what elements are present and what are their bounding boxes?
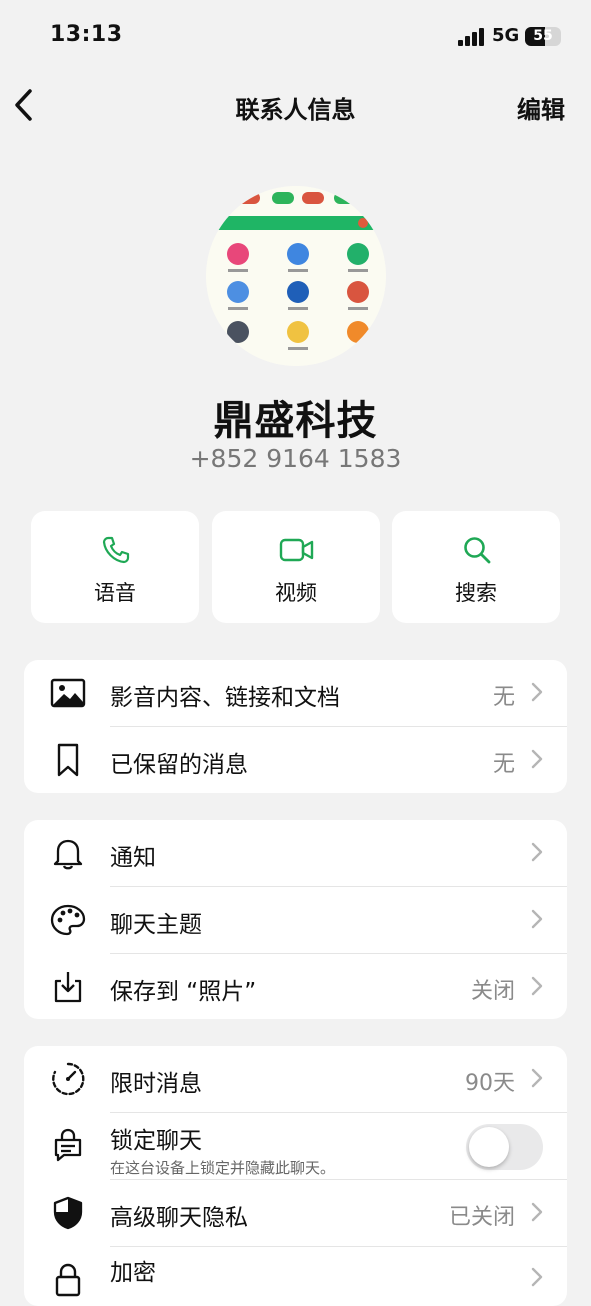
- chevron-right-icon: [531, 976, 543, 996]
- voice-call-button[interactable]: 语音: [31, 511, 199, 623]
- saved-messages-row[interactable]: 已保留的消息 无: [24, 727, 567, 793]
- phone-icon: [102, 536, 130, 564]
- chevron-right-icon: [531, 1267, 543, 1287]
- download-icon: [54, 972, 82, 1003]
- settings-section: 通知 聊天主题 保存到 “照片” 关闭: [24, 820, 567, 1019]
- chevron-right-icon: [531, 1202, 543, 1222]
- voice-call-label: 语音: [94, 581, 136, 605]
- advanced-privacy-row[interactable]: 高级聊天隐私 已关闭: [24, 1180, 567, 1246]
- media-links-docs-row[interactable]: 影音内容、链接和文档 无: [24, 660, 567, 726]
- row-value: 无: [492, 685, 515, 710]
- row-label: 限时消息: [110, 1071, 202, 1097]
- network-type: 5G: [492, 25, 520, 46]
- row-label: 通知: [110, 845, 156, 871]
- search-button[interactable]: 搜索: [392, 511, 560, 623]
- image-icon: [50, 678, 86, 708]
- row-label: 聊天主题: [110, 912, 202, 938]
- chat-theme-row[interactable]: 聊天主题: [24, 887, 567, 953]
- chevron-right-icon: [531, 1068, 543, 1088]
- disappearing-messages-row[interactable]: 限时消息 90天: [24, 1046, 567, 1112]
- contact-name: 鼎盛科技: [213, 398, 378, 444]
- lock-chat-row[interactable]: 锁定聊天 在这台设备上锁定并隐藏此聊天。: [24, 1113, 567, 1179]
- video-call-button[interactable]: 视频: [212, 511, 380, 623]
- chevron-right-icon: [531, 682, 543, 702]
- row-value: 90天: [465, 1071, 515, 1096]
- search-label: 搜索: [455, 581, 497, 605]
- row-label: 保存到 “照片”: [110, 979, 257, 1005]
- toggle-knob: [469, 1127, 509, 1167]
- row-subtitle: 在这台设备上锁定并隐藏此聊天。: [110, 1159, 336, 1177]
- row-value: 关闭: [470, 979, 515, 1004]
- bell-icon: [53, 839, 83, 870]
- chevron-right-icon: [531, 749, 543, 769]
- row-label: 高级聊天隐私: [110, 1205, 248, 1231]
- row-label: 锁定聊天: [110, 1128, 202, 1154]
- row-label: 加密: [110, 1260, 156, 1286]
- row-value: 已关闭: [448, 1205, 515, 1230]
- row-label: 影音内容、链接和文档: [110, 685, 340, 711]
- lock-chat-icon: [54, 1128, 82, 1162]
- timer-icon: [52, 1062, 85, 1096]
- encryption-row[interactable]: 加密: [24, 1247, 567, 1306]
- contact-avatar[interactable]: [206, 186, 386, 366]
- edit-button[interactable]: 编辑: [517, 90, 565, 125]
- notifications-row[interactable]: 通知: [24, 820, 567, 886]
- shield-icon: [53, 1196, 83, 1230]
- bookmark-icon: [57, 743, 79, 777]
- contact-phone: +852 9164 1583: [189, 444, 402, 473]
- chevron-right-icon: [531, 842, 543, 862]
- save-to-photos-row[interactable]: 保存到 “照片” 关闭: [24, 954, 567, 1019]
- battery-level: 55: [533, 28, 553, 44]
- video-call-label: 视频: [275, 581, 317, 605]
- battery-icon: 55: [525, 27, 561, 46]
- chevron-right-icon: [531, 909, 543, 929]
- page-title: 联系人信息: [235, 96, 356, 124]
- status-time: 13:13: [50, 22, 123, 47]
- media-section: 影音内容、链接和文档 无 已保留的消息 无: [24, 660, 567, 793]
- signal-icon: [458, 28, 486, 46]
- palette-icon: [50, 904, 86, 936]
- video-icon: [279, 538, 314, 562]
- lock-icon: [55, 1263, 81, 1297]
- privacy-section: 限时消息 90天 锁定聊天 在这台设备上锁定并隐藏此聊天。 高级聊天隐私 已关闭: [24, 1046, 567, 1306]
- lock-chat-toggle[interactable]: [466, 1124, 543, 1170]
- search-icon: [464, 537, 491, 564]
- row-value: 无: [492, 752, 515, 777]
- row-label: 已保留的消息: [110, 752, 248, 778]
